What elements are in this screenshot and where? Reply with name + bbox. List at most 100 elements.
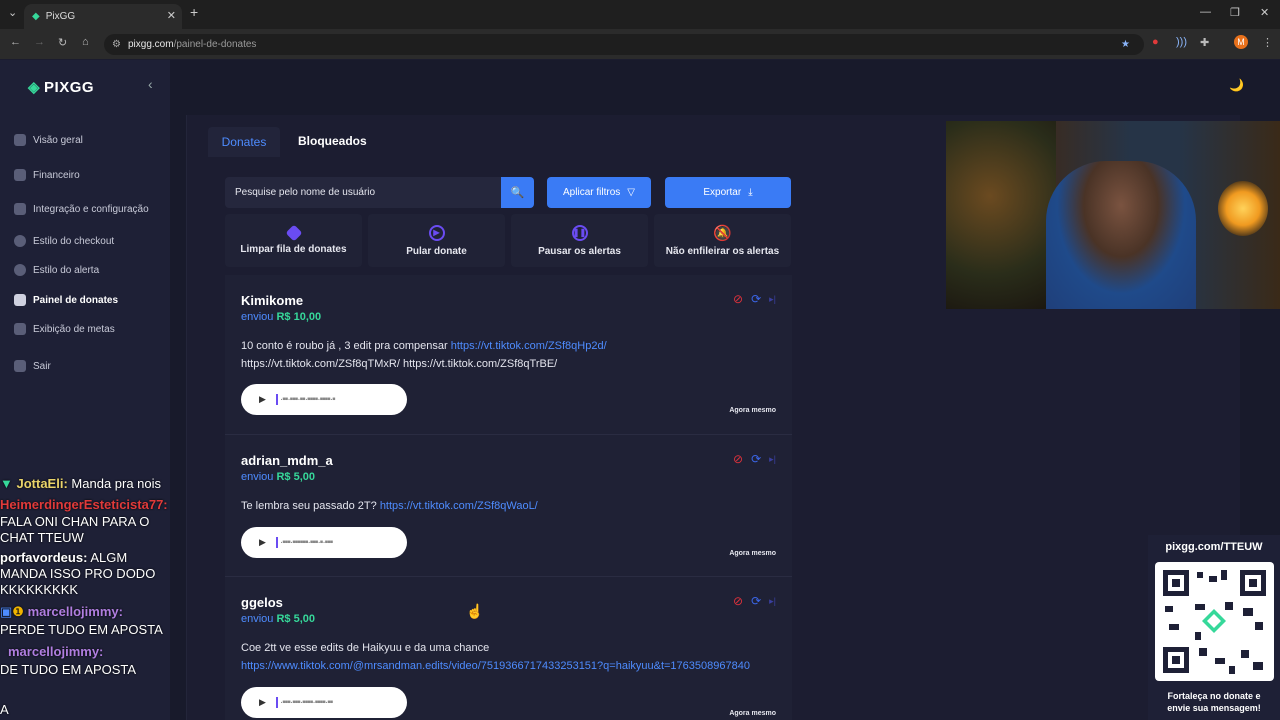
donation-time: Agora mesmo [729, 550, 776, 557]
bookmark-star-icon[interactable]: ★ [1121, 39, 1130, 50]
sidebar-item-integracao[interactable]: Integração e configuração [14, 203, 149, 215]
theme-toggle-icon[interactable]: 🌙 [1229, 78, 1244, 92]
tab-title: PixGG [45, 11, 76, 22]
qr-url: pixgg.com/TTEUW [1165, 541, 1263, 553]
card-actions: ⊘ ⟳ ▸| [733, 292, 776, 306]
forward-icon[interactable]: → [34, 36, 45, 48]
block-icon[interactable]: ⊘ [733, 452, 743, 466]
skip-donate-button[interactable]: ▶ Pular donate [368, 214, 505, 267]
sidebar-item-exibicao-metas[interactable]: Exibição de metas [14, 323, 115, 335]
badge-icon: ❶ [12, 604, 24, 619]
message-link[interactable]: https://vt.tiktok.com/ZSf8qHp2d/ [451, 340, 607, 352]
streamer-image [1046, 161, 1196, 309]
waveform-icon[interactable]: ·▪▪·▪▪▪·▪▪·▪▪▪▪·▪▪▪▪·▪ [275, 394, 336, 405]
browser-tab[interactable]: ◆ PixGG ✕ [24, 4, 182, 29]
extension-icon[interactable]: ● [1152, 36, 1159, 48]
waveform-icon[interactable]: ·▪▪▪·▪▪▪▪▪▪·▪▪▪·▪·▪▪▪ [275, 537, 333, 548]
donor-name: adrian_mdm_a [241, 453, 333, 468]
sidebar-item-painel-donates[interactable]: Painel de donates [14, 294, 118, 306]
new-tab-icon[interactable]: + [190, 4, 198, 20]
export-button[interactable]: Exportar ⤓ [665, 177, 791, 208]
tab-donates[interactable]: Donates [208, 127, 280, 157]
cast-icon[interactable]: ))) [1176, 36, 1187, 48]
donation-message: Te lembra seu passado 2T? https://vt.tik… [241, 500, 538, 512]
chat-overlay: ▼ JottaEli: Manda pra nois HeimerdingerE… [0, 474, 200, 720]
sidebar-item-estilo-checkout[interactable]: Estilo do checkout [14, 235, 114, 247]
tab-search-icon[interactable]: ⌄ [8, 6, 17, 19]
home-icon [14, 134, 26, 146]
extensions-puzzle-icon[interactable]: ✚ [1200, 36, 1209, 49]
chat-message: CHAT TTEUW [0, 530, 84, 545]
chat-message: porfavordeus: ALGM [0, 550, 128, 565]
wallet-icon [14, 169, 26, 181]
donation-hand-icon [14, 294, 26, 306]
address-bar[interactable]: ⚙ pixgg.com/painel-de-donates ★ [104, 34, 1144, 55]
bell-off-icon: 🔕 [713, 224, 732, 242]
block-icon[interactable]: ⊘ [733, 594, 743, 608]
mouse-cursor-icon: ☝ [466, 603, 484, 619]
no-queue-alerts-button[interactable]: 🔕 Não enfileirar os alertas [654, 214, 791, 267]
reload-icon[interactable]: ↻ [58, 36, 67, 49]
apply-filters-button[interactable]: Aplicar filtros ▽ [547, 177, 651, 208]
close-window-icon[interactable]: ✕ [1260, 6, 1269, 19]
restore-icon[interactable]: ❐ [1230, 6, 1240, 19]
sidebar-item-sair[interactable]: Sair [14, 360, 51, 372]
search-icon: 🔍 [510, 187, 525, 199]
search-input[interactable]: Pesquise pelo nome de usuário [225, 177, 501, 208]
replay-icon[interactable]: ⟳ [751, 594, 761, 608]
replay-icon[interactable]: ⟳ [751, 452, 761, 466]
integration-icon [14, 203, 26, 215]
home-icon[interactable]: ⌂ [82, 36, 89, 48]
chat-message: HeimerdingerEsteticista77: [0, 497, 168, 512]
eraser-icon [285, 224, 302, 241]
badge-icon: ▣ [0, 604, 13, 619]
back-icon[interactable]: ← [10, 36, 21, 48]
play-icon[interactable]: ▶ [259, 697, 266, 708]
tab-bloqueados[interactable]: Bloqueados [298, 134, 367, 148]
minimize-icon[interactable]: — [1200, 6, 1211, 18]
donation-card: Kimikome enviou R$ 10,00 10 conto é roub… [225, 275, 792, 435]
donation-card: ggelos enviou R$ 5,00 Coe 2tt ve esse ed… [225, 577, 792, 720]
donation-time: Agora mesmo [729, 710, 776, 717]
pixgg-logo[interactable]: ◈ PIXGG [28, 78, 94, 97]
badge-icon: ▼ [0, 476, 13, 491]
filter-icon: ▽ [627, 187, 635, 198]
clear-queue-button[interactable]: Limpar fila de donates [225, 214, 362, 267]
webcam-overlay [946, 121, 1280, 309]
skip-icon[interactable]: ▸| [769, 596, 776, 607]
skip-icon: ▶ [428, 224, 445, 241]
donation-amount-line: enviou R$ 10,00 [241, 311, 322, 323]
chat-message: DE TUDO EM APOSTA [0, 662, 137, 677]
sidebar-item-visao-geral[interactable]: Visão geral [14, 134, 83, 146]
palette-icon [14, 264, 26, 276]
pause-alerts-button[interactable]: ❚❚ Pausar os alertas [511, 214, 648, 267]
chat-message: marcellojimmy: [8, 644, 104, 659]
message-link[interactable]: https://www.tiktok.com/@mrsandman.edits/… [241, 660, 750, 672]
waveform-icon[interactable]: ·▪▪▪·▪▪▪·▪▪▪▪·▪▪▪▪·▪▪ [275, 697, 333, 708]
pause-icon: ❚❚ [571, 224, 588, 241]
profile-avatar[interactable]: M [1234, 35, 1248, 49]
message-link[interactable]: https://vt.tiktok.com/ZSf8qWaoL/ [380, 500, 538, 512]
menu-kebab-icon[interactable]: ⋮ [1262, 36, 1273, 49]
collapse-sidebar-icon[interactable]: ‹ [148, 76, 153, 92]
skip-icon[interactable]: ▸| [769, 454, 776, 465]
search-button[interactable]: 🔍 [501, 177, 534, 208]
star-icon [14, 323, 26, 335]
audio-player[interactable]: ▶ ·▪▪▪·▪▪▪▪▪▪·▪▪▪·▪·▪▪▪ [241, 527, 407, 558]
skip-icon[interactable]: ▸| [769, 294, 776, 305]
donation-card: adrian_mdm_a enviou R$ 5,00 Te lembra se… [225, 435, 792, 577]
chat-message: MANDA ISSO PRO DODO [0, 566, 156, 581]
replay-icon[interactable]: ⟳ [751, 292, 761, 306]
play-icon[interactable]: ▶ [259, 394, 266, 405]
close-tab-icon[interactable]: ✕ [167, 9, 176, 22]
donation-amount-line: enviou R$ 5,00 [241, 471, 316, 483]
block-icon[interactable]: ⊘ [733, 292, 743, 306]
audio-player[interactable]: ▶ ·▪▪▪·▪▪▪·▪▪▪▪·▪▪▪▪·▪▪ [241, 687, 407, 718]
site-info-icon[interactable]: ⚙ [112, 39, 121, 50]
browser-tab-strip: ⌄ ◆ PixGG ✕ + — ❐ ✕ [0, 0, 1280, 29]
sidebar-item-estilo-alerta[interactable]: Estilo do alerta [14, 264, 99, 276]
sidebar-item-financeiro[interactable]: Financeiro [14, 169, 80, 181]
play-icon[interactable]: ▶ [259, 537, 266, 548]
audio-player[interactable]: ▶ ·▪▪·▪▪▪·▪▪·▪▪▪▪·▪▪▪▪·▪ [241, 384, 407, 415]
qr-code-graphic [1163, 570, 1266, 674]
